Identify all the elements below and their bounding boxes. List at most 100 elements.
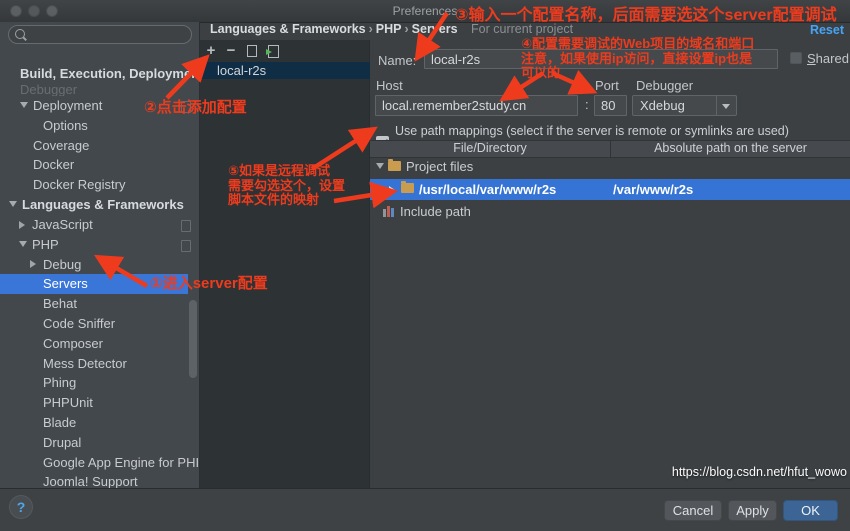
name-label: Name:	[378, 53, 416, 68]
chevron-right-icon[interactable]	[19, 221, 25, 229]
sidebar-item-docker[interactable]: Docker	[0, 155, 200, 175]
reset-link[interactable]: Reset	[810, 23, 844, 37]
cancel-button[interactable]: Cancel	[664, 500, 722, 521]
breadcrumb-part[interactable]: Servers	[412, 22, 458, 36]
annotation-1: ①进入server配置	[150, 276, 268, 292]
ok-button[interactable]: OK	[783, 500, 838, 521]
chevron-down-icon[interactable]	[20, 102, 28, 108]
remove-server-button[interactable]: −	[223, 43, 239, 59]
breadcrumb-part[interactable]: PHP	[376, 22, 402, 36]
watermark: https://blog.csdn.net/hfut_wowo	[672, 465, 847, 479]
copy-icon	[247, 45, 257, 57]
sidebar-item-phpunit[interactable]: PHPUnit	[0, 393, 200, 413]
sidebar-item-label: Debugger	[0, 84, 77, 96]
shared-checkbox[interactable]	[790, 52, 802, 64]
sidebar-item-code-sniffer[interactable]: Code Sniffer	[0, 314, 200, 334]
sidebar-item-build-execution-deployment[interactable]: Build, Execution, Deployment	[0, 64, 200, 84]
sidebar-scrollbar[interactable]	[189, 300, 197, 378]
sidebar-item-label: PHP	[0, 237, 59, 252]
sidebar-item-php[interactable]: PHP	[0, 235, 200, 255]
chevron-right-icon[interactable]	[30, 260, 36, 268]
add-server-button[interactable]: +	[203, 43, 219, 59]
expand-icon[interactable]	[389, 186, 395, 194]
sidebar-item-label: Servers	[0, 276, 88, 291]
settings-search-input[interactable]	[8, 25, 192, 44]
sidebar-item-debug[interactable]: Debug	[0, 255, 200, 275]
folder-icon	[388, 161, 401, 171]
sidebar-item-javascript[interactable]: JavaScript	[0, 215, 200, 235]
mapping-server-path: /var/www/r2s	[613, 179, 693, 200]
server-config-panel: Name: local-r2s Shared Host Port Debugge…	[370, 40, 850, 488]
sidebar-item-options[interactable]: Options	[0, 116, 200, 136]
modified-settings-icon	[181, 240, 191, 252]
sidebar-item-label: Debug	[0, 257, 81, 272]
breadcrumb-separator: ›	[401, 22, 411, 36]
copy-server-button[interactable]	[244, 43, 260, 59]
sidebar-item-languages-frameworks[interactable]: Languages & Frameworks	[0, 195, 200, 215]
sidebar-item-label: Docker Registry	[0, 177, 125, 192]
annotation-2: ②点击添加配置	[144, 100, 247, 116]
sidebar-item-coverage[interactable]: Coverage	[0, 136, 200, 156]
sidebar-item-label: Deployment	[0, 98, 102, 113]
sidebar-item-phing[interactable]: Phing	[0, 373, 200, 393]
modified-settings-icon	[181, 220, 191, 232]
mapping-row-include-path[interactable]: Include path	[370, 202, 850, 222]
folder-icon	[401, 183, 414, 193]
help-button[interactable]: ?	[9, 495, 33, 519]
sidebar-item-label: Mess Detector	[0, 356, 127, 371]
sidebar-item-label: Docker	[0, 157, 74, 172]
port-input[interactable]: 80	[594, 95, 627, 116]
mapping-row-usr-local-var-www-r2s[interactable]: /usr/local/var/www/r2s /var/www/r2s	[370, 179, 850, 200]
settings-sidebar: Build, Execution, Deployment Debugger Depl…	[0, 22, 200, 488]
import-server-button[interactable]	[266, 43, 282, 59]
sidebar-item-behat[interactable]: Behat	[0, 294, 200, 314]
host-port-separator: :	[585, 97, 589, 112]
sidebar-item-drupal[interactable]: Drupal	[0, 433, 200, 453]
sidebar-item-label: Coverage	[0, 138, 89, 153]
servers-toolbar: + −	[200, 40, 370, 62]
sidebar-item-blade[interactable]: Blade	[0, 413, 200, 433]
breadcrumb-part[interactable]: Languages & Frameworks	[210, 22, 366, 36]
sidebar-item-label: Build, Execution, Deployment	[0, 66, 203, 81]
sidebar-item-label: Options	[0, 118, 88, 133]
annotation-3: ③输入一个配置名称，后面需要选这个server配置调试	[455, 7, 837, 24]
server-list-item[interactable]: local-r2s	[200, 62, 370, 79]
debugger-selected-value: Xdebug	[640, 98, 685, 113]
search-icon	[15, 29, 25, 39]
sidebar-item-label: PHPUnit	[0, 395, 93, 410]
import-icon	[268, 45, 279, 58]
use-path-mappings-label: Use path mappings (select if the server …	[395, 124, 789, 138]
sidebar-item-mess-detector[interactable]: Mess Detector	[0, 354, 200, 374]
shared-label: Shared	[807, 51, 849, 66]
debugger-select[interactable]: Xdebug	[632, 95, 737, 116]
sidebar-item-label: Code Sniffer	[0, 316, 115, 331]
column-header-absolute-path[interactable]: Absolute path on the server	[611, 141, 850, 157]
sidebar-item-label: Composer	[0, 336, 103, 351]
sidebar-item-debugger: Debugger	[0, 84, 200, 96]
mapping-row-project-files[interactable]: Project files	[370, 157, 850, 177]
collapse-icon[interactable]	[376, 163, 384, 169]
breadcrumb-separator: ›	[366, 22, 376, 36]
sidebar-item-label: Languages & Frameworks	[0, 197, 184, 212]
mapping-row-label: Project files	[406, 157, 473, 177]
sidebar-item-google-app-engine-for-phi[interactable]: Google App Engine for PHI	[0, 453, 200, 473]
mapping-local-path: /usr/local/var/www/r2s	[419, 179, 556, 200]
apply-button[interactable]: Apply	[728, 500, 777, 521]
sidebar-item-docker-registry[interactable]: Docker Registry	[0, 175, 200, 195]
chevron-down-icon[interactable]	[19, 241, 27, 247]
sidebar-item-label: JavaScript	[0, 217, 93, 232]
chevron-down-icon[interactable]	[9, 201, 17, 207]
host-label: Host	[376, 78, 403, 93]
mappings-table-header: File/Directory Absolute path on the serv…	[370, 140, 850, 158]
sidebar-item-label: Google App Engine for PHI	[0, 455, 199, 470]
sidebar-item-label: Phing	[0, 375, 76, 390]
annotation-4: ④配置需要调试的Web项目的域名和端口 注意，如果使用ip访问，直接设置ip也是…	[521, 37, 754, 81]
annotation-5: ⑤如果是远程调试 需要勾选这个，设置 脚本文件的映射	[228, 164, 345, 208]
sidebar-item-composer[interactable]: Composer	[0, 334, 200, 354]
sidebar-item-label: Behat	[0, 296, 77, 311]
column-header-file-directory[interactable]: File/Directory	[370, 141, 611, 157]
host-input[interactable]: local.remember2study.cn	[375, 95, 578, 116]
sidebar-item-label: Drupal	[0, 435, 81, 450]
include-path-icon	[383, 206, 395, 217]
mapping-row-label: Include path	[400, 202, 471, 222]
